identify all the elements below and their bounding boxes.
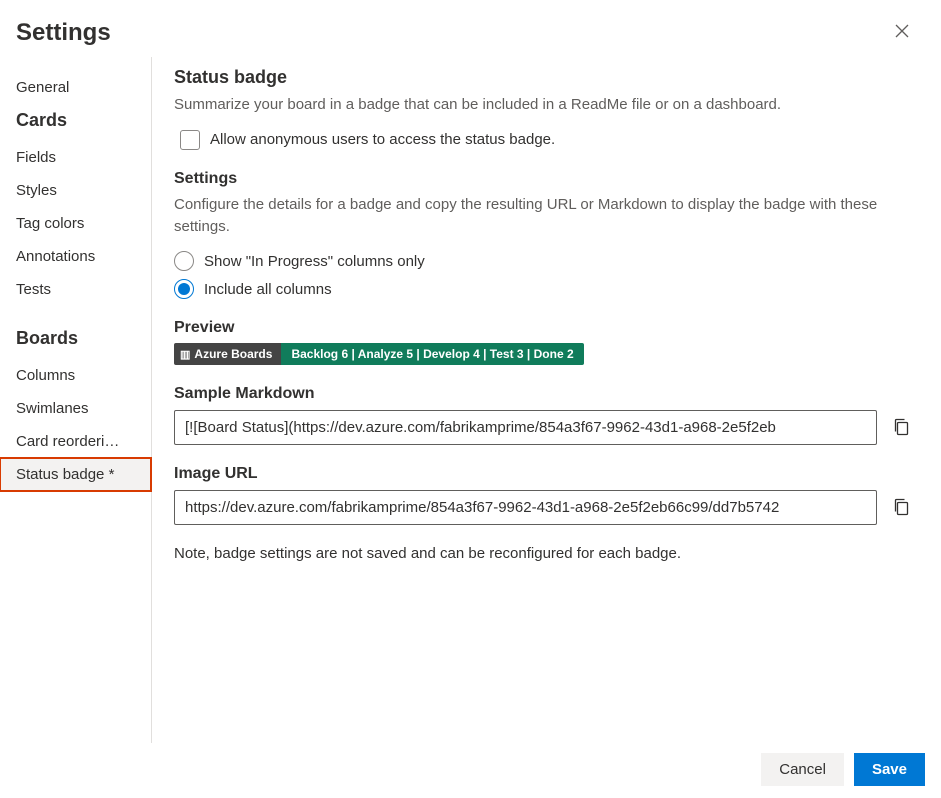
content-title: Status badge <box>174 67 919 88</box>
radio-inprogress-row[interactable]: Show "In Progress" columns only <box>174 251 919 271</box>
copy-imageurl-button[interactable] <box>883 489 919 525</box>
sidebar-item-tests[interactable]: Tests <box>16 273 143 306</box>
sidebar-item-general[interactable]: General <box>16 71 143 104</box>
save-button[interactable]: Save <box>854 753 925 786</box>
sidebar-heading-boards: Boards <box>16 328 143 349</box>
radio-all[interactable] <box>174 279 194 299</box>
copy-icon <box>893 418 909 436</box>
allow-anonymous-label: Allow anonymous users to access the stat… <box>210 131 555 148</box>
sidebar-item-styles[interactable]: Styles <box>16 174 143 207</box>
copy-markdown-button[interactable] <box>883 409 919 445</box>
sidebar-item-columns[interactable]: Columns <box>16 359 143 392</box>
status-badge-preview: ▥ Azure Boards Backlog 6 | Analyze 5 | D… <box>174 343 584 365</box>
badge-left-text: Azure Boards <box>194 347 272 361</box>
content-panel: Status badge Summarize your board in a b… <box>152 57 941 743</box>
close-icon[interactable] <box>887 18 917 47</box>
radio-all-row[interactable]: Include all columns <box>174 279 919 299</box>
markdown-input[interactable] <box>174 410 877 445</box>
azure-boards-icon: ▥ <box>180 348 190 361</box>
radio-inprogress[interactable] <box>174 251 194 271</box>
allow-anonymous-checkbox[interactable] <box>180 130 200 150</box>
sidebar-item-status-badge[interactable]: Status badge * <box>0 458 151 491</box>
sidebar-item-tag-colors[interactable]: Tag colors <box>16 207 143 240</box>
cancel-button[interactable]: Cancel <box>761 753 844 786</box>
page-title: Settings <box>16 19 111 47</box>
badge-right-text: Backlog 6 | Analyze 5 | Develop 4 | Test… <box>281 343 583 365</box>
sidebar-item-fields[interactable]: Fields <box>16 141 143 174</box>
imageurl-heading: Image URL <box>174 465 919 483</box>
imageurl-input[interactable] <box>174 490 877 525</box>
radio-inprogress-label: Show "In Progress" columns only <box>204 253 425 270</box>
settings-heading: Settings <box>174 170 919 188</box>
radio-all-label: Include all columns <box>204 281 332 298</box>
settings-description: Configure the details for a badge and co… <box>174 194 919 238</box>
sidebar-item-card-reordering[interactable]: Card reorderi… <box>16 425 143 458</box>
markdown-heading: Sample Markdown <box>174 385 919 403</box>
preview-heading: Preview <box>174 319 919 337</box>
note-text: Note, badge settings are not saved and c… <box>174 545 919 562</box>
sidebar: General Cards Fields Styles Tag colors A… <box>0 57 152 743</box>
copy-icon <box>893 498 909 516</box>
sidebar-heading-cards: Cards <box>16 110 143 131</box>
content-description: Summarize your board in a badge that can… <box>174 94 919 116</box>
sidebar-item-annotations[interactable]: Annotations <box>16 240 143 273</box>
sidebar-item-swimlanes[interactable]: Swimlanes <box>16 392 143 425</box>
